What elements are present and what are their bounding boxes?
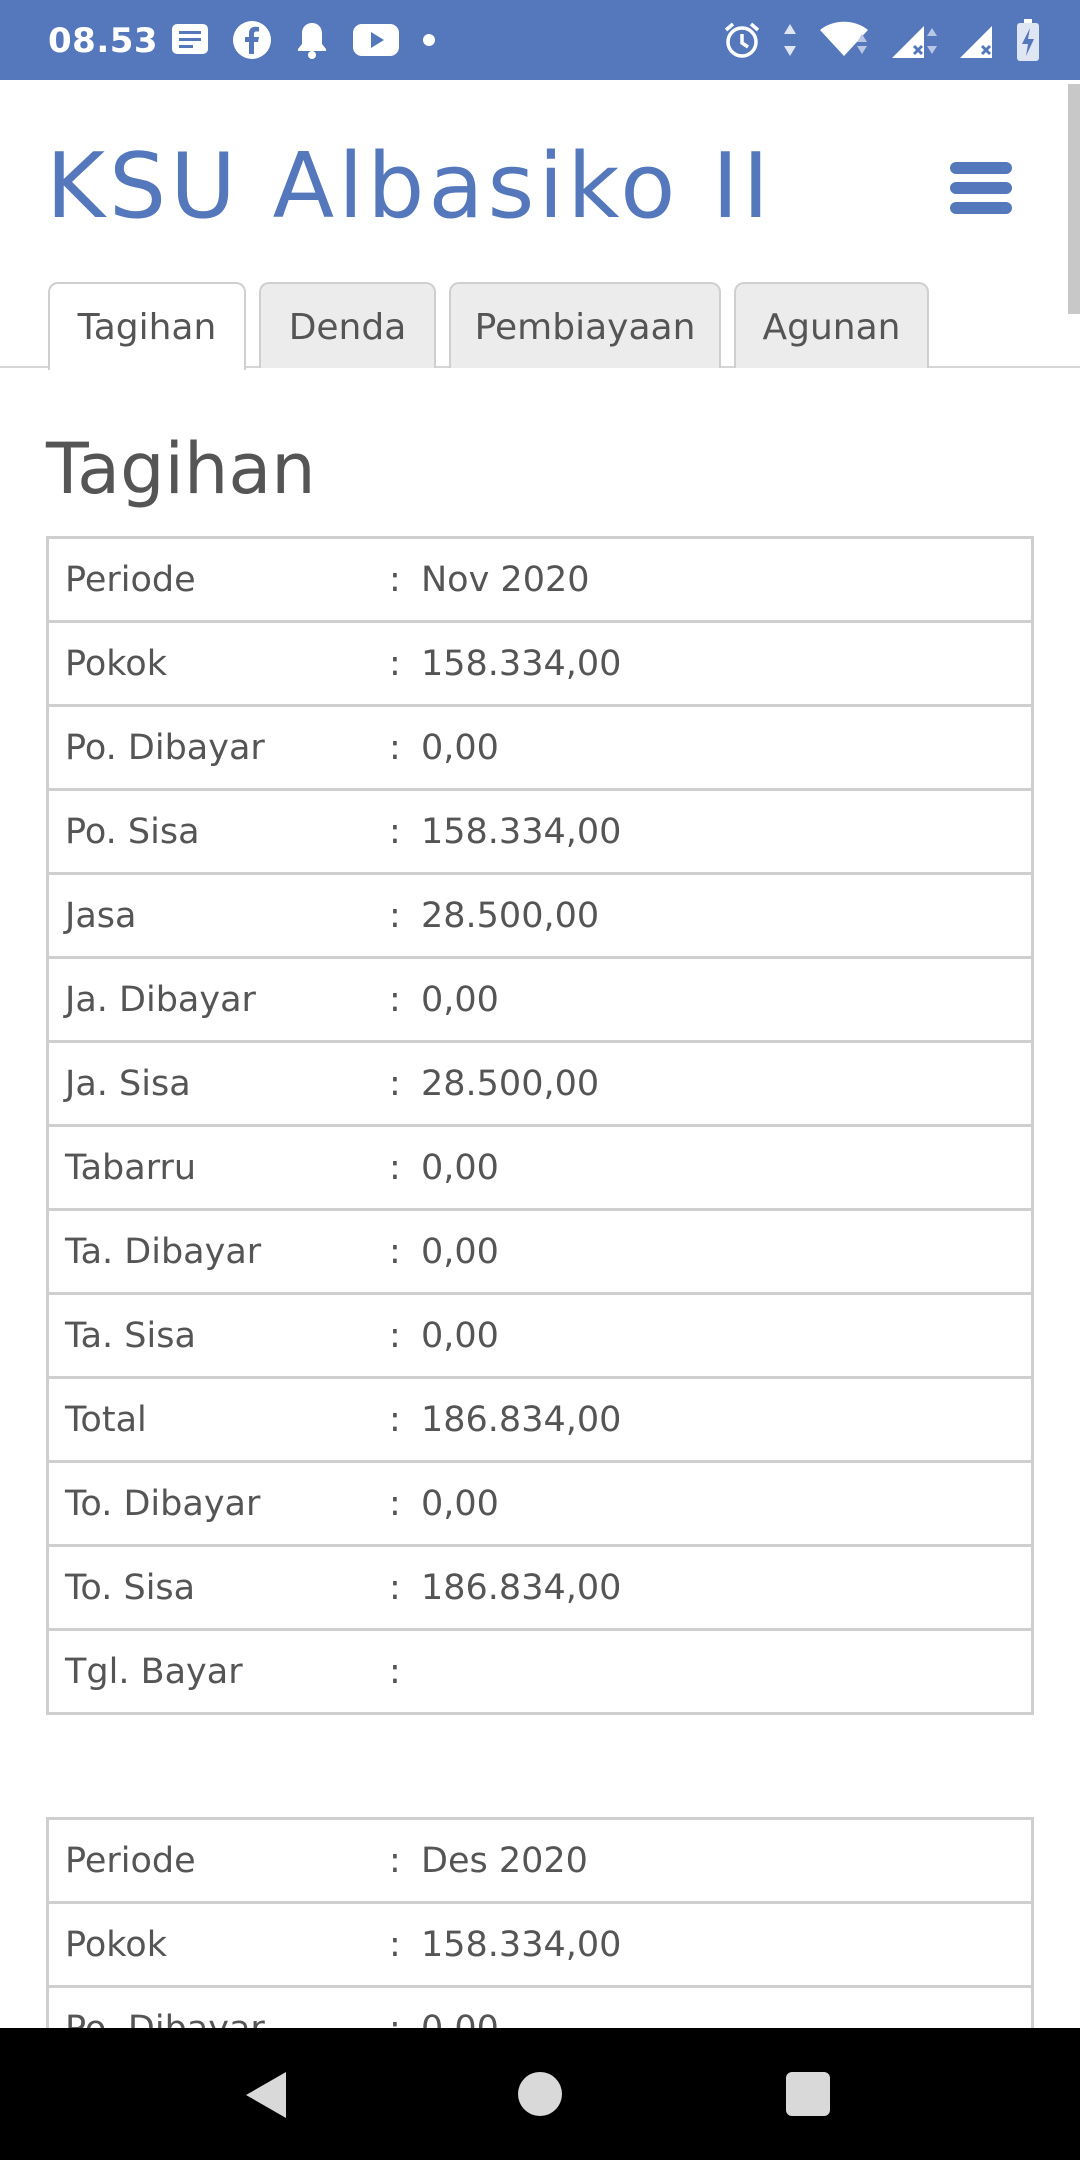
message-icon [170,22,210,58]
row-value: 0,00 [421,1460,1034,1547]
dot-icon [422,33,436,47]
table-row: To. Sisa:186.834,00 [46,1544,1034,1631]
back-icon[interactable] [244,2070,288,2124]
table-row: Jasa:28.500,00 [46,872,1034,959]
row-label: Po. Dibayar [46,704,389,791]
youtube-icon [352,22,400,58]
bill-table: Periode: Nov 2020 Pokok:158.334,00 Po. Di… [46,536,1034,1715]
row-separator: : [389,1901,421,1988]
row-separator: : [389,1817,421,1904]
row-label: Total [46,1376,389,1463]
battery-charging-icon [1016,18,1040,62]
row-value: 28.500,00 [421,1040,1034,1127]
row-label: Periode [46,1817,389,1904]
status-time: 08.53 [48,21,159,61]
table-row: Ta. Sisa:0,00 [46,1292,1034,1379]
table-row: Ja. Dibayar:0,00 [46,956,1034,1043]
row-separator: : [389,1544,421,1631]
table-row: To. Dibayar:0,00 [46,1460,1034,1547]
row-label: Pokok [46,620,389,707]
row-separator: : [389,1376,421,1463]
tab-tagihan[interactable]: Tagihan [48,282,246,370]
table-row: Po. Sisa:158.334,00 [46,788,1034,875]
table-row: Periode: Nov 2020 [46,536,1034,623]
row-value [421,1628,1034,1715]
row-value: Nov 2020 [421,536,1034,623]
row-separator: : [389,1040,421,1127]
facebook-icon [232,20,272,60]
table-row: Total:186.834,00 [46,1376,1034,1463]
row-value: 186.834,00 [421,1376,1034,1463]
row-separator: : [389,1460,421,1547]
signal-no-service-icon [958,20,996,60]
table-row: Ta. Dibayar:0,00 [46,1208,1034,1295]
navigation-bar [0,2028,1080,2160]
row-label: Tgl. Bayar [46,1628,389,1715]
table-row: Pokok:158.334,00 [46,1901,1034,1988]
data-arrows-icon [782,20,798,60]
row-value: 0,00 [421,956,1034,1043]
page-title: Tagihan [46,428,316,510]
row-separator: : [389,1628,421,1715]
row-value: 158.334,00 [421,620,1034,707]
notification-icons [170,16,436,64]
wifi-icon [818,20,870,60]
system-icons [722,16,1040,64]
row-value: 0,00 [421,1124,1034,1211]
row-label: Ta. Dibayar [46,1208,389,1295]
row-label: Po. Sisa [46,788,389,875]
row-separator: : [389,620,421,707]
row-separator: : [389,1208,421,1295]
row-separator: : [389,788,421,875]
table-row: Periode: Des 2020 [46,1817,1034,1904]
row-label: To. Dibayar [46,1460,389,1547]
row-separator: : [389,956,421,1043]
bell-icon [294,20,330,60]
scrollbar-thumb[interactable] [1068,84,1080,314]
table-row: Ja. Sisa:28.500,00 [46,1040,1034,1127]
row-label: Jasa [46,872,389,959]
row-value: 0,00 [421,704,1034,791]
table-row: Tgl. Bayar: [46,1628,1034,1715]
row-value: 158.334,00 [421,1901,1034,1988]
row-label: To. Sisa [46,1544,389,1631]
status-bar: 08.53 [0,0,1080,80]
recents-icon[interactable] [786,2072,830,2116]
app-title[interactable]: KSU Albasiko II [46,132,773,242]
row-value: 0,00 [421,1292,1034,1379]
row-separator: : [389,1124,421,1211]
row-value: 186.834,00 [421,1544,1034,1631]
row-label: Pokok [46,1901,389,1988]
row-label: Tabarru [46,1124,389,1211]
row-value: 0,00 [421,1208,1034,1295]
tab-denda[interactable]: Denda [259,282,436,368]
row-separator: : [389,704,421,791]
signal-no-service-icon [890,20,938,60]
row-label: Periode [46,536,389,623]
home-icon[interactable] [518,2072,562,2116]
row-label: Ta. Sisa [46,1292,389,1379]
row-value: 28.500,00 [421,872,1034,959]
table-row: Pokok:158.334,00 [46,620,1034,707]
row-separator: : [389,872,421,959]
hamburger-menu-icon[interactable] [950,162,1012,214]
tab-pembiayaan[interactable]: Pembiayaan [449,282,721,368]
row-label: Ja. Dibayar [46,956,389,1043]
table-row: Po. Dibayar:0,00 [46,704,1034,791]
table-row: Tabarru:0,00 [46,1124,1034,1211]
row-separator: : [389,1292,421,1379]
row-label: Ja. Sisa [46,1040,389,1127]
row-separator: : [389,536,421,623]
tab-agunan[interactable]: Agunan [734,282,929,368]
row-value: Des 2020 [421,1817,1034,1904]
row-value: 158.334,00 [421,788,1034,875]
alarm-icon [722,20,762,60]
